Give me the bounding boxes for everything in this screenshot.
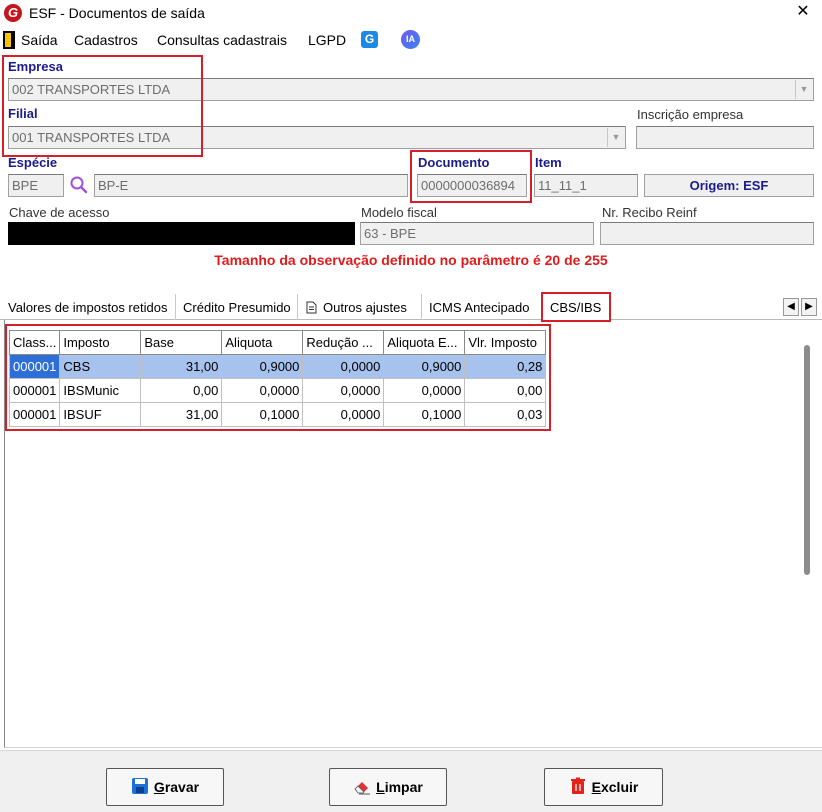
inscricao-empresa-field[interactable] — [636, 126, 814, 149]
menu-item-cadastros[interactable]: Cadastros — [74, 32, 138, 48]
gravar-mnemonic: G — [153, 779, 165, 795]
especie-description-field[interactable]: BP-E — [94, 174, 408, 197]
menu-item-lgpd[interactable]: LGPD — [308, 32, 346, 48]
chevron-down-icon[interactable]: ▼ — [607, 128, 624, 147]
eraser-icon — [354, 782, 371, 795]
tab-label: Valores de impostos retidos — [8, 300, 168, 315]
highlight-documento — [410, 150, 532, 203]
tab-label: Outros ajustes — [323, 300, 407, 315]
observation-size-warning: Tamanho da observação definido no parâme… — [214, 252, 608, 268]
item-label: Item — [535, 155, 562, 170]
tab-outros-ajustes[interactable]: Outros ajustes — [298, 294, 422, 320]
app-logo-icon: G — [4, 4, 22, 22]
vertical-scrollbar[interactable] — [804, 345, 810, 575]
tab-credito-presumido[interactable]: Crédito Presumido — [176, 294, 298, 320]
highlight-grid — [5, 324, 551, 431]
trash-icon — [570, 777, 585, 794]
highlight-empresa-filial — [2, 55, 203, 157]
close-button[interactable]: ✕ — [788, 0, 818, 24]
search-icon[interactable] — [69, 175, 89, 195]
inscricao-empresa-label: Inscrição empresa — [637, 107, 744, 122]
tab-valores-impostos-retidos[interactable]: Valores de impostos retidos — [4, 294, 176, 320]
menu-item-consultas-cadastrais[interactable]: Consultas cadastrais — [157, 32, 287, 48]
tab-scroll-right-icon[interactable]: ▶ — [801, 298, 817, 316]
window-title: ESF - Documentos de saída — [29, 5, 205, 21]
tab-icms-antecipado[interactable]: ICMS Antecipado — [422, 294, 542, 320]
exit-door-icon[interactable] — [3, 31, 15, 49]
chevron-down-icon[interactable]: ▼ — [795, 80, 812, 99]
limpar-mnemonic: L — [376, 779, 385, 795]
save-icon — [131, 778, 148, 794]
menu-item-saida[interactable]: Saída — [21, 32, 58, 48]
modelo-fiscal-label: Modelo fiscal — [361, 205, 437, 220]
especie-code-field[interactable]: BPE — [8, 174, 64, 197]
document-icon — [306, 301, 317, 314]
recibo-reinf-field[interactable] — [600, 222, 814, 245]
g-app-icon[interactable]: G — [361, 31, 378, 48]
excluir-mnemonic: E — [591, 779, 601, 795]
recibo-reinf-label: Nr. Recibo Reinf — [602, 205, 697, 220]
ia-assistant-icon[interactable]: IA — [401, 30, 420, 49]
tab-strip: Valores de impostos retidos Crédito Pres… — [0, 292, 822, 320]
item-field[interactable]: 11_11_1 — [534, 174, 638, 197]
limpar-button[interactable]: Limpar — [329, 768, 447, 806]
excluir-label: xcluir — [600, 779, 639, 795]
gravar-label: ravar — [164, 779, 200, 795]
tab-scroll-left-icon[interactable]: ◀ — [783, 298, 799, 316]
tab-label: Crédito Presumido — [183, 300, 291, 315]
modelo-fiscal-field[interactable]: 63 - BPE — [360, 222, 594, 245]
limpar-label: impar — [384, 779, 423, 795]
chave-acesso-field-redacted[interactable] — [8, 222, 355, 245]
especie-label: Espécie — [8, 155, 58, 170]
highlight-tab-cbs-ibs — [541, 292, 611, 322]
gravar-button[interactable]: Gravar — [106, 768, 224, 806]
excluir-button[interactable]: Excluir — [544, 768, 663, 806]
chave-acesso-label: Chave de acesso — [9, 205, 110, 220]
origem-label: Origem: ESF — [644, 174, 814, 197]
tab-label: ICMS Antecipado — [429, 300, 530, 315]
